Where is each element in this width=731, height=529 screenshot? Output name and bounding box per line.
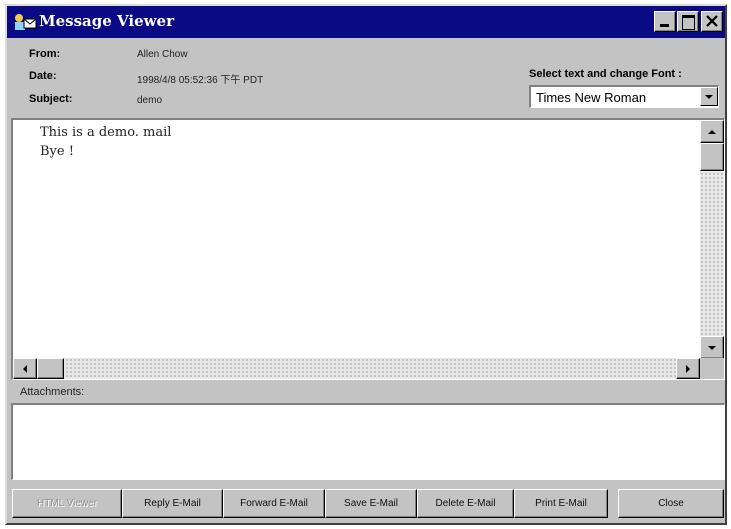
vertical-scrollbar[interactable] (700, 120, 724, 359)
from-label: From: (29, 48, 61, 60)
font-selector-label: Select text and change Font : (529, 68, 682, 80)
scroll-left-button[interactable] (13, 358, 37, 379)
message-viewer-app-icon (15, 14, 37, 30)
horizontal-scroll-thumb[interactable] (37, 358, 64, 379)
scroll-down-button[interactable] (700, 336, 724, 359)
message-line: Bye ! (40, 144, 74, 159)
message-line: This is a demo. mail (40, 125, 172, 140)
date-label: Date: (29, 70, 57, 82)
attachments-label: Attachments: (20, 386, 85, 398)
date-value: 1998/4/8 05:52:36 下午 PDT (137, 75, 264, 86)
delete-email-button[interactable]: Delete E-Mail (417, 489, 514, 518)
subject-value: demo (137, 95, 163, 106)
attachments-list[interactable] (11, 403, 725, 480)
message-text[interactable]: This is a demo. mail Bye ! (40, 123, 171, 161)
from-value: Allen Chow (137, 49, 188, 60)
close-button[interactable]: Close (618, 489, 724, 518)
font-select[interactable]: Times New Roman (529, 85, 719, 108)
scrollbar-corner (700, 358, 724, 379)
vertical-scroll-thumb[interactable] (700, 143, 724, 171)
window-title: Message Viewer (39, 12, 174, 30)
message-body[interactable]: This is a demo. mail Bye ! (11, 118, 725, 380)
print-email-button[interactable]: Print E-Mail (514, 489, 608, 518)
horizontal-scrollbar[interactable] (13, 358, 700, 379)
scroll-up-button[interactable] (700, 120, 724, 143)
subject-label: Subject: (29, 93, 73, 105)
title-bar[interactable]: Message Viewer (7, 6, 725, 38)
chevron-down-icon[interactable] (700, 87, 718, 106)
html-viewer-button[interactable]: HTML Viewer (12, 489, 122, 518)
maximize-button[interactable] (677, 11, 699, 32)
save-email-button[interactable]: Save E-Mail (325, 489, 417, 518)
scroll-right-button[interactable] (676, 358, 700, 379)
message-viewer-window: Message Viewer From: Allen Chow Date: 19… (5, 4, 727, 525)
reply-email-button[interactable]: Reply E-Mail (122, 489, 223, 518)
close-window-button[interactable] (701, 11, 723, 32)
close-icon (706, 15, 718, 27)
action-button-row: HTML Viewer Reply E-Mail Forward E-Mail … (12, 489, 724, 518)
forward-email-button[interactable]: Forward E-Mail (223, 489, 325, 518)
minimize-button[interactable] (654, 11, 676, 32)
font-select-value: Times New Roman (536, 90, 647, 105)
